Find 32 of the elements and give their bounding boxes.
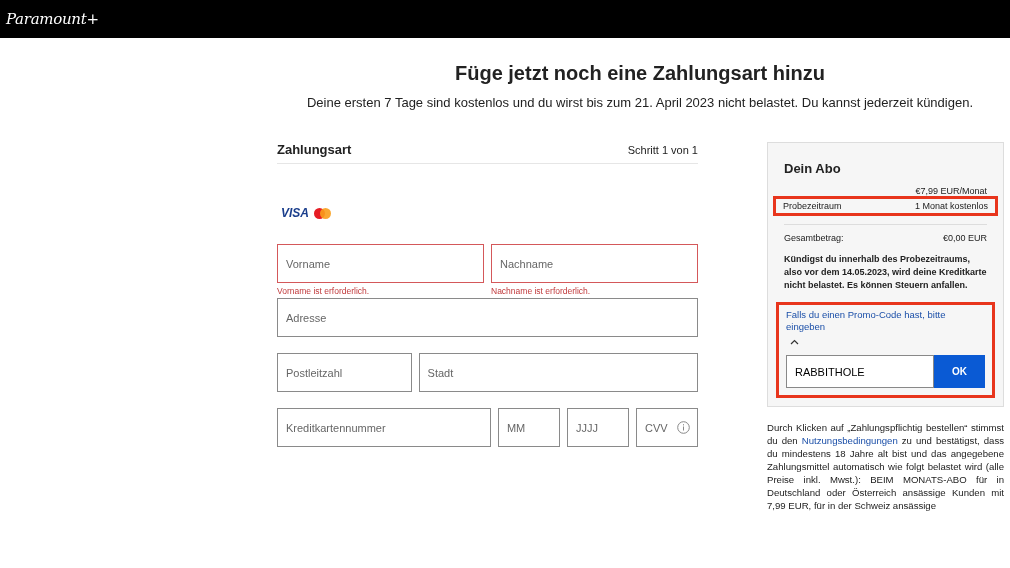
error-message: Nachname ist erforderlich. xyxy=(491,286,592,296)
ok-button[interactable]: OK xyxy=(934,355,985,388)
page-title: Füge jetzt noch eine Zahlungsart hinzu xyxy=(454,62,826,85)
input-field[interactable]: Adresse xyxy=(277,298,698,337)
input-field[interactable]: JJJJ xyxy=(566,408,629,447)
input-field[interactable]: Vorname xyxy=(277,244,484,283)
promo-code-field[interactable]: RABBITHOLE xyxy=(786,355,934,388)
trial-label: Probezeitraum xyxy=(783,201,842,211)
notice-text: Kündigst du innerhalb des Probezeitraums, also vor dem 14.05.2023, wird deine Kreditkarte nicht belastet. Es können Steuern anfallen. xyxy=(784,253,987,292)
legal-text: Durch Klicken auf „Zahlungspflichtig bestellen“ stimmst du den Nutzungsbedingungen zu und bestätigst, dass du mindestens 18 Jahre alt bist und das angegebene Zahlungsmittel automatisch wie folgt belastet wird (alle Preise inkl. Mwst.): BEIM MONATS-ABO für in Deutschland oder Österreich ansässige Kunden mit 7,99 EUR, für in der Schweiz ansässige xyxy=(767,421,1004,512)
input-field[interactable]: MM xyxy=(497,408,560,447)
total-value: €0,00 EUR xyxy=(942,233,987,243)
two-circles-logo xyxy=(314,207,331,219)
error-message: Vorname ist erforderlich. xyxy=(277,286,371,296)
trial-value: 1 Monat kostenlos xyxy=(914,201,988,211)
info-icon[interactable] xyxy=(677,421,690,434)
input-field[interactable]: Kreditkartennummer xyxy=(277,408,491,447)
section-heading: Zahlungsart xyxy=(277,142,352,157)
step-indicator: Schritt 1 von 1 xyxy=(627,144,698,156)
page-subtitle: Deine ersten 7 Tage sind kostenlos und du wirst bis zum 21. April 2023 nicht belastet. Du kannst jederzeit kündigen. xyxy=(305,95,974,110)
total-label: Gesamtbetrag: xyxy=(784,233,844,243)
promo-link[interactable]: Falls du einen Promo-Code hast, bitte eingeben xyxy=(786,309,985,333)
input-field[interactable]: Postleitzahl xyxy=(277,353,412,392)
input-field[interactable]: Stadt xyxy=(418,353,698,392)
price-text: €7,99 EUR/Monat xyxy=(914,186,987,196)
card-title: Dein Abo xyxy=(784,161,842,176)
card-logo: VISA xyxy=(281,206,309,220)
input-field[interactable]: CVV xyxy=(636,408,698,447)
chevron-icon[interactable] xyxy=(790,339,799,345)
logo[interactable]: Paramount+ xyxy=(6,10,99,28)
input-field[interactable]: Nachname xyxy=(491,244,698,283)
terms-link[interactable]: Nutzungsbedingungen xyxy=(801,435,898,446)
